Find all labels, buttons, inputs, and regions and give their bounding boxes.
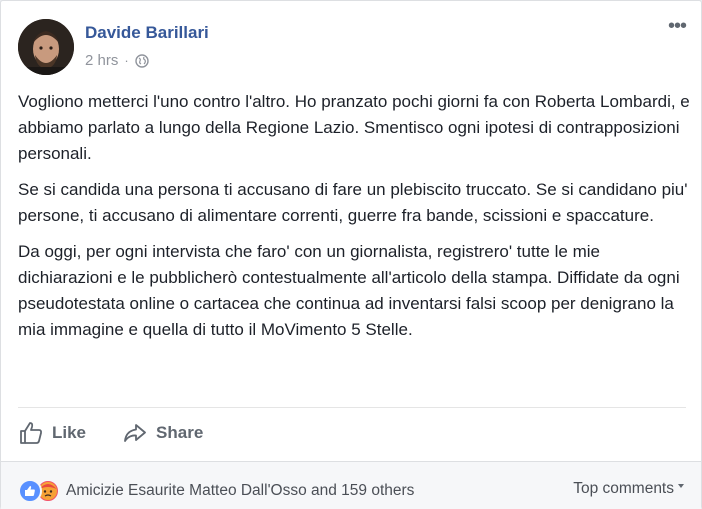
post-card: Davide Barillari 2 hrs · ••• Vogliono me… [0, 0, 702, 509]
like-button[interactable]: Like [18, 420, 86, 446]
caret-down-icon [678, 484, 684, 488]
like-reaction-icon [18, 479, 42, 503]
comment-sort-dropdown[interactable]: Top comments [573, 480, 684, 498]
author-avatar[interactable] [18, 19, 74, 75]
like-label: Like [52, 423, 87, 442]
post-meta: 2 hrs · [85, 52, 149, 69]
meta-separator: · [124, 53, 129, 68]
comment-sort-label: Top comments [573, 480, 674, 497]
share-label: Share [156, 423, 204, 442]
reactions-summary[interactable]: Amicizie Esaurite Matteo Dall'Osso and 1… [18, 479, 414, 503]
thumbs-up-icon [20, 422, 42, 444]
author-name[interactable]: Davide Barillari [85, 23, 209, 43]
share-button[interactable]: Share [122, 420, 203, 446]
share-arrow-icon [124, 424, 146, 442]
post-timestamp[interactable]: 2 hrs [85, 52, 118, 69]
globe-icon[interactable] [135, 53, 149, 68]
post-paragraph: Da oggi, per ogni intervista che faro' c… [18, 242, 680, 339]
post-paragraph: Vogliono metterci l'uno contro l'altro. … [18, 92, 690, 163]
more-options-icon[interactable]: ••• [665, 16, 689, 39]
actions-divider [18, 407, 686, 408]
post-body: Vogliono metterci l'uno contro l'altro. … [18, 89, 690, 353]
post-header: Davide Barillari 2 hrs · ••• [18, 16, 689, 77]
post-actions: Like Share [18, 415, 203, 451]
post-paragraph: Se si candida una persona ti accusano di… [18, 180, 688, 225]
post-footer: Amicizie Esaurite Matteo Dall'Osso and 1… [1, 461, 701, 509]
reactions-text[interactable]: Amicizie Esaurite Matteo Dall'Osso and 1… [66, 482, 414, 500]
